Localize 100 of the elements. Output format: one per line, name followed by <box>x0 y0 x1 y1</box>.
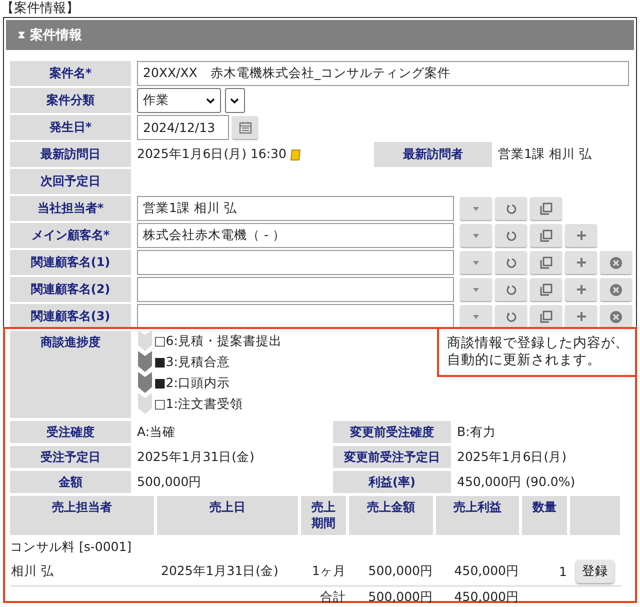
field-label: 受注確度 <box>10 421 131 443</box>
panel-title: 案件情報 <box>30 26 82 44</box>
column-header: 売上金額 <box>349 496 433 535</box>
column-header: 数量 <box>522 496 567 535</box>
copy-icon <box>539 202 553 216</box>
field-value: 2025年1月6日(月) <box>457 448 566 466</box>
progress-step: □1:注文書受領 <box>154 396 243 413</box>
copy-button[interactable] <box>530 197 562 220</box>
table-cell-text: 1ヶ月 <box>311 562 346 580</box>
field-label: 金額 <box>10 471 131 493</box>
remove-icon <box>609 256 623 270</box>
caret-icon <box>472 260 480 266</box>
add-button[interactable] <box>565 278 597 301</box>
column-header: 売上利益 <box>436 496 519 535</box>
field-label: 利益(率) <box>333 471 451 493</box>
remove-icon <box>609 282 623 296</box>
reset-button[interactable] <box>495 278 527 301</box>
plus-icon <box>576 284 586 295</box>
table-cell-text: 1 <box>558 564 567 578</box>
dropdown-button[interactable] <box>460 305 492 328</box>
column-header: 売上期間 <box>301 496 346 535</box>
remove-button[interactable] <box>600 278 632 301</box>
column-header: 売上担当者 <box>10 496 154 535</box>
copy-button[interactable] <box>530 305 562 328</box>
reset-button[interactable] <box>495 251 527 274</box>
caret-icon <box>206 98 215 104</box>
field-label: 商談進捗度 <box>10 331 131 418</box>
copy-button[interactable] <box>530 251 562 274</box>
field-label: 関連顧客名(3) <box>10 304 131 329</box>
table-cell-text: 450,000円 <box>453 588 519 606</box>
remove-button[interactable] <box>600 305 632 328</box>
field-label: 最新訪問者 <box>374 142 492 167</box>
table-cell-text: 相川 弘 <box>10 562 55 580</box>
field-value: 2025年1月6日(月) 16:30 <box>137 146 286 163</box>
copy-icon <box>539 282 553 296</box>
caret-icon <box>472 286 480 292</box>
page-title: 【案件情報】 <box>0 0 80 17</box>
field-label: 関連顧客名(2) <box>10 277 131 302</box>
caret-icon <box>472 232 480 238</box>
field-value: 2025年1月31日(金) <box>137 448 254 466</box>
memo-icon[interactable] <box>290 148 302 160</box>
input-field[interactable]: 営業1課 相川 弘 <box>137 196 454 221</box>
reset-icon <box>505 310 517 322</box>
callout-note: 商談情報で登録した内容が、自動的に更新されます。 <box>437 329 635 377</box>
plus-icon <box>576 311 586 322</box>
table-cell-text: 500,000円 <box>367 562 433 580</box>
field-label: 受注予定日 <box>10 446 131 468</box>
register-button[interactable]: 登録 <box>576 560 614 582</box>
add-button[interactable] <box>565 305 597 328</box>
copy-icon <box>539 256 553 270</box>
copy-button[interactable] <box>530 224 562 247</box>
field-label: メイン顧客名* <box>10 223 131 248</box>
field-label: 関連顧客名(1) <box>10 250 131 275</box>
input-field[interactable] <box>137 250 454 275</box>
field-label: 変更前受注確度 <box>333 421 451 443</box>
table-cell-text: 500,000円 <box>367 588 433 606</box>
progress-step: ■2:口頭内示 <box>154 375 230 392</box>
field-value: 500,000円 <box>137 474 202 490</box>
reset-icon <box>505 256 517 268</box>
field-value: 450,000円 (90.0%) <box>457 474 576 490</box>
group-label: コンサル料 [s-0001] <box>10 538 133 556</box>
field-label: 発生日* <box>10 115 131 140</box>
field-label: 案件分類 <box>10 88 131 113</box>
field-label: 案件名* <box>10 61 131 86</box>
caret-icon <box>472 206 480 212</box>
add-button[interactable] <box>565 224 597 247</box>
reset-button[interactable] <box>495 224 527 247</box>
field-value: 営業1課 相川 弘 <box>498 146 592 163</box>
total-label: 合計 <box>319 588 346 606</box>
reset-icon <box>505 202 517 214</box>
collapse-icon[interactable]: ⧗ <box>18 30 25 40</box>
copy-icon <box>539 228 553 242</box>
table-cell-text: 450,000円 <box>453 562 519 580</box>
field-label: 当社担当者* <box>10 196 131 221</box>
input-field[interactable] <box>137 304 454 329</box>
plus-icon <box>576 230 586 241</box>
select-field[interactable]: 作業 <box>137 88 221 113</box>
caret-icon <box>472 314 480 320</box>
reset-icon <box>505 284 517 296</box>
reset-icon <box>505 230 517 242</box>
field-label: 次回予定日 <box>10 169 131 194</box>
copy-button[interactable] <box>530 278 562 301</box>
add-button[interactable] <box>565 251 597 274</box>
progress-step: □6:見積・提案書提出 <box>154 333 282 350</box>
table-cell-text: 2025年1月31日(金) <box>160 562 280 580</box>
remove-icon <box>609 310 623 324</box>
input-field[interactable]: 株式会社赤木電機（ - ） <box>137 223 454 248</box>
remove-button[interactable] <box>600 251 632 274</box>
reset-button[interactable] <box>495 305 527 328</box>
reset-button[interactable] <box>495 197 527 220</box>
input-field[interactable] <box>137 277 454 302</box>
input-field[interactable]: 20XX/XX 赤木電機株式会社_コンサルティング案件 <box>137 61 629 86</box>
field-value: A:当確 <box>137 424 176 440</box>
select-field[interactable] <box>225 88 245 113</box>
copy-icon <box>539 310 553 324</box>
date-field[interactable]: 2024/12/13 <box>137 115 229 140</box>
field-value: B:有力 <box>457 424 496 440</box>
plus-icon <box>576 257 586 268</box>
column-header <box>570 496 620 535</box>
field-label: 変更前受注予定日 <box>333 446 451 468</box>
